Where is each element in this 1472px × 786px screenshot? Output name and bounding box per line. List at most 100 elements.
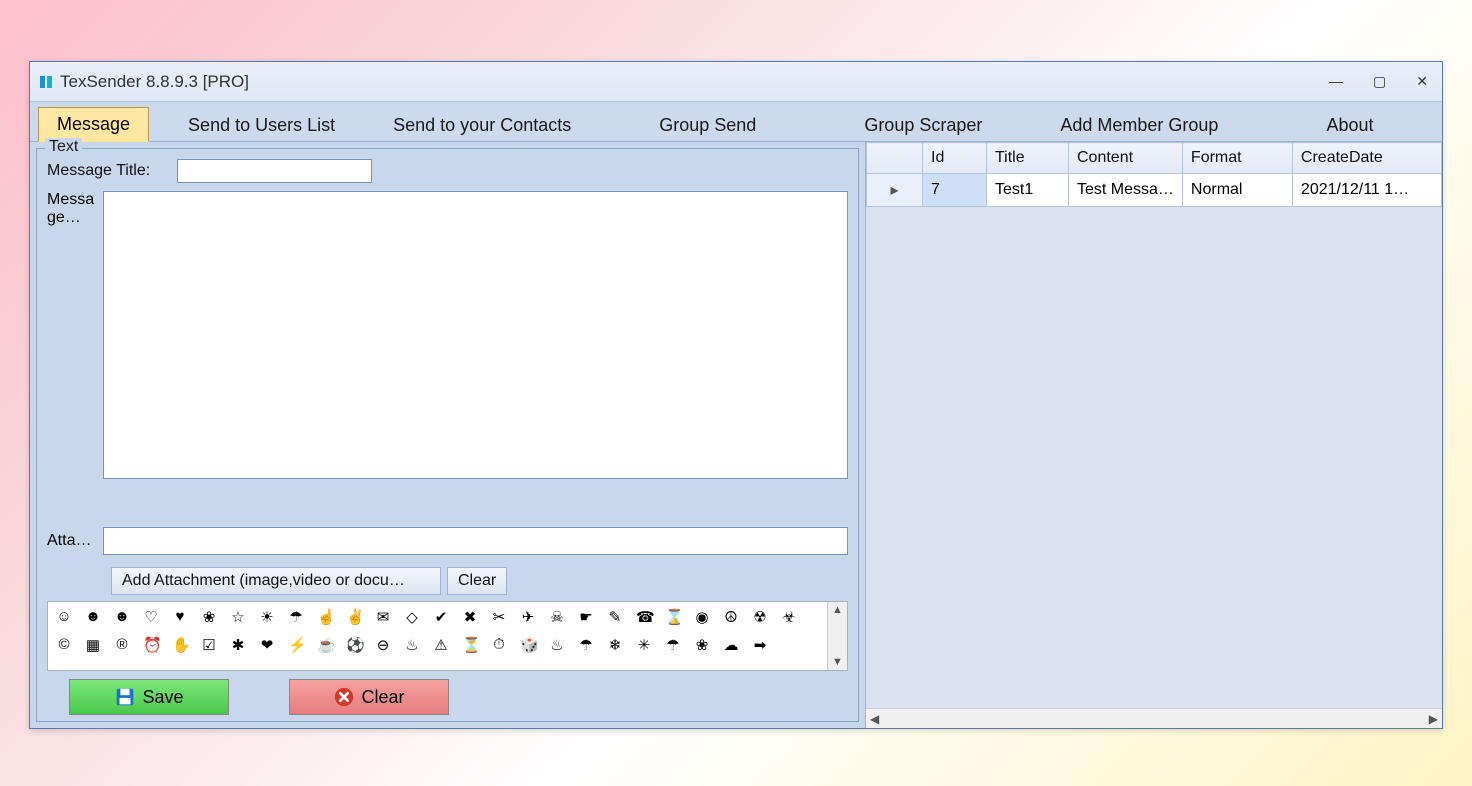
- emoji-item[interactable]: ☂: [288, 608, 304, 626]
- clear-attachment-button[interactable]: Clear: [447, 567, 507, 595]
- save-button[interactable]: Save: [69, 679, 229, 715]
- emoji-item[interactable]: ☣: [781, 608, 797, 626]
- maximize-button[interactable]: ▢: [1367, 69, 1392, 94]
- title-input[interactable]: [177, 159, 372, 183]
- scroll-down-icon[interactable]: ▼: [832, 656, 843, 668]
- tab-about[interactable]: About: [1307, 108, 1392, 142]
- title-label: Message Title:: [47, 162, 177, 180]
- emoji-item[interactable]: ☁: [723, 636, 739, 654]
- fieldset-legend: Text: [45, 138, 82, 156]
- text-fieldset: Text Message Title: Message… Atta… Add A…: [36, 148, 859, 722]
- add-attachment-button[interactable]: Add Attachment (image,video or docu…: [111, 567, 441, 595]
- emoji-item[interactable]: ⏱: [491, 636, 507, 654]
- emoji-item[interactable]: ♥: [172, 608, 188, 626]
- emoji-item[interactable]: 🎲: [520, 636, 536, 654]
- cell-format: Normal: [1182, 174, 1292, 207]
- messages-grid[interactable]: Id Title Content Format CreateDate ▸ 7 T…: [866, 142, 1442, 708]
- emoji-item[interactable]: ☆: [230, 608, 246, 626]
- emoji-item[interactable]: ❀: [201, 608, 217, 626]
- emoji-item[interactable]: ✖: [462, 608, 478, 626]
- emoji-item[interactable]: ☂: [578, 636, 594, 654]
- emoji-item[interactable]: ☝: [317, 608, 333, 626]
- emoji-item[interactable]: ☻: [85, 608, 101, 626]
- save-button-label: Save: [142, 687, 183, 708]
- clear-button[interactable]: Clear: [289, 679, 449, 715]
- minimize-button[interactable]: —: [1323, 69, 1349, 94]
- emoji-item[interactable]: ☺: [56, 608, 72, 626]
- cell-createdate: 2021/12/11 1…: [1292, 174, 1441, 207]
- cancel-icon: [333, 686, 355, 708]
- col-createdate[interactable]: CreateDate: [1292, 143, 1441, 174]
- emoji-item[interactable]: ◇: [404, 608, 420, 626]
- emoji-item[interactable]: ✉: [375, 608, 391, 626]
- titlebar: TexSender 8.8.9.3 [PRO] — ▢ ✕: [30, 62, 1442, 102]
- emoji-item[interactable]: ❄: [607, 636, 623, 654]
- message-body-input[interactable]: [103, 191, 848, 479]
- emoji-panel: ☺ ☻ ☻ ♡ ♥ ❀ ☆ ☀ ☂ ☝ ✌ ✉ ◇ ✔ ✖ ✂ ✈ ☠ ☛ ✎ ☎ ⌛ ◉ ☮ ☢ ☣ © ▦ ® ⏰ ✋ ☑ ✱ ❤ ⚡ ☕ ⚽ ⊖ ♨ ⚠…: [47, 601, 848, 671]
- emoji-item[interactable]: ⏰: [143, 636, 159, 654]
- tab-bar: Message Send to Users List Send to your …: [30, 102, 1442, 142]
- emoji-item[interactable]: ☮: [723, 608, 739, 626]
- tab-send-contacts[interactable]: Send to your Contacts: [374, 108, 590, 142]
- attach-label: Atta…: [47, 532, 103, 550]
- emoji-item[interactable]: ☑: [201, 636, 217, 654]
- emoji-item[interactable]: ☠: [549, 608, 565, 626]
- grid-h-scrollbar[interactable]: ◀ ▶: [866, 708, 1442, 728]
- scroll-left-icon[interactable]: ◀: [870, 712, 879, 726]
- emoji-item[interactable]: ®: [114, 636, 130, 654]
- emoji-item[interactable]: ✔: [433, 608, 449, 626]
- tab-message[interactable]: Message: [38, 107, 149, 142]
- emoji-item[interactable]: ✌: [346, 608, 362, 626]
- col-id[interactable]: Id: [923, 143, 987, 174]
- emoji-item[interactable]: ☢: [752, 608, 768, 626]
- emoji-item[interactable]: ☂: [665, 636, 681, 654]
- emoji-item[interactable]: ✎: [607, 608, 623, 626]
- col-content[interactable]: Content: [1069, 143, 1183, 174]
- tab-add-member[interactable]: Add Member Group: [1041, 108, 1237, 142]
- emoji-item[interactable]: ☕: [317, 636, 333, 654]
- emoji-item[interactable]: ✈: [520, 608, 536, 626]
- emoji-item[interactable]: ⚽: [346, 636, 362, 654]
- emoji-item[interactable]: ♨: [404, 636, 420, 654]
- app-icon: [38, 74, 54, 90]
- emoji-item[interactable]: ⊖: [375, 636, 391, 654]
- emoji-item[interactable]: ☛: [578, 608, 594, 626]
- tab-group-send[interactable]: Group Send: [640, 108, 775, 142]
- emoji-item[interactable]: ▦: [85, 636, 101, 654]
- table-row[interactable]: ▸ 7 Test1 Test Messa… Normal 2021/12/11 …: [867, 174, 1442, 207]
- attachment-input[interactable]: [103, 527, 848, 555]
- col-indicator[interactable]: [867, 143, 923, 174]
- emoji-item[interactable]: ❤: [259, 636, 275, 654]
- emoji-item[interactable]: ☀: [259, 608, 275, 626]
- tab-send-users[interactable]: Send to Users List: [169, 108, 354, 142]
- emoji-item[interactable]: ◉: [694, 608, 710, 626]
- body-label: Message…: [47, 191, 103, 521]
- app-window: TexSender 8.8.9.3 [PRO] — ▢ ✕ Message Se…: [29, 61, 1443, 729]
- emoji-item[interactable]: ♨: [549, 636, 565, 654]
- clear-button-label: Clear: [361, 687, 404, 708]
- emoji-item[interactable]: ©: [56, 636, 72, 654]
- cell-title: Test1: [987, 174, 1069, 207]
- emoji-item[interactable]: ☻: [114, 608, 130, 626]
- emoji-item[interactable]: ✋: [172, 636, 188, 654]
- close-button[interactable]: ✕: [1410, 69, 1434, 94]
- col-title[interactable]: Title: [987, 143, 1069, 174]
- emoji-item[interactable]: ✳: [636, 636, 652, 654]
- emoji-item[interactable]: ❀: [694, 636, 710, 654]
- tab-group-scraper[interactable]: Group Scraper: [845, 108, 1001, 142]
- window-title: TexSender 8.8.9.3 [PRO]: [60, 72, 249, 92]
- scroll-up-icon[interactable]: ▲: [832, 604, 843, 616]
- emoji-item[interactable]: ⚡: [288, 636, 304, 654]
- emoji-item[interactable]: ➡: [752, 636, 768, 654]
- scroll-right-icon[interactable]: ▶: [1429, 712, 1438, 726]
- emoji-item[interactable]: ⏳: [462, 636, 478, 654]
- emoji-item[interactable]: ✱: [230, 636, 246, 654]
- col-format[interactable]: Format: [1182, 143, 1292, 174]
- save-icon: [114, 686, 136, 708]
- emoji-item[interactable]: ✂: [491, 608, 507, 626]
- emoji-item[interactable]: ⌛: [665, 608, 681, 626]
- emoji-scrollbar[interactable]: ▲ ▼: [827, 602, 847, 670]
- emoji-item[interactable]: ⚠: [433, 636, 449, 654]
- emoji-item[interactable]: ☎: [636, 608, 652, 626]
- emoji-item[interactable]: ♡: [143, 608, 159, 626]
